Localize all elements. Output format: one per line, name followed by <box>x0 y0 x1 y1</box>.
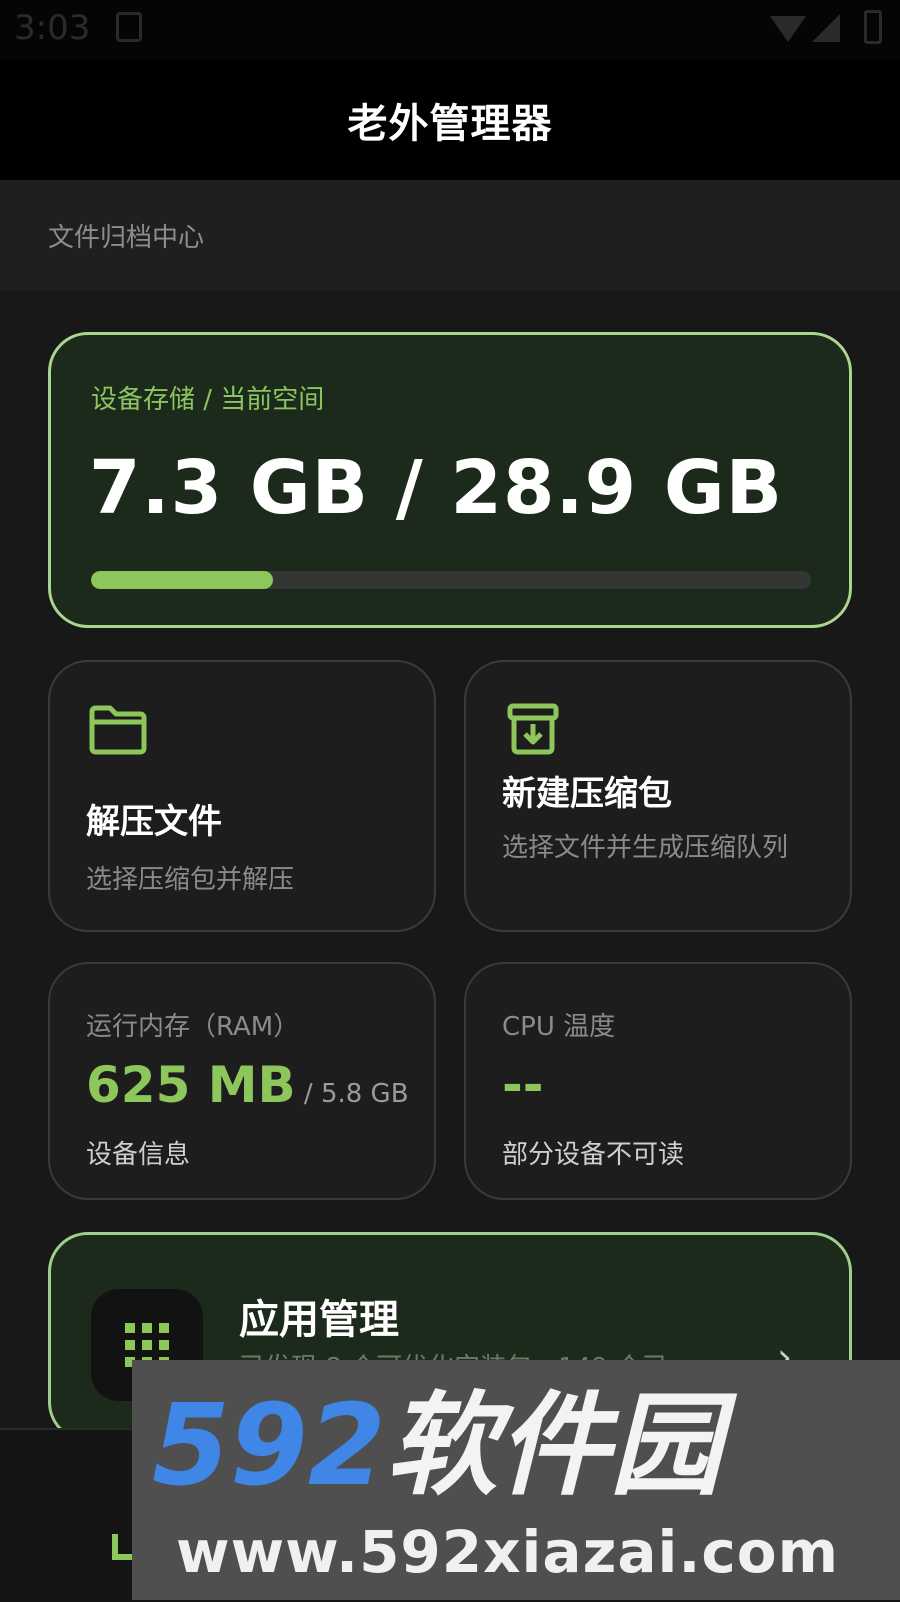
watermark-url: www.592xiazai.com <box>176 1518 840 1586</box>
extract-files-desc: 选择压缩包并解压 <box>86 865 295 895</box>
app-management-title: 应用管理 <box>239 1297 399 1343</box>
cpu-temp-foot: 部分设备不可读 <box>502 1140 685 1170</box>
storage-card[interactable]: 设备存储 / 当前空间 7.3 GB / 28.9 GB <box>48 332 852 628</box>
ram-used-value: 625 MB <box>86 1056 296 1114</box>
battery-icon <box>864 10 882 44</box>
storage-progress-bar <box>91 571 811 589</box>
cpu-temp-card[interactable]: CPU 温度 -- 部分设备不可读 <box>464 962 852 1200</box>
cpu-temp-label: CPU 温度 <box>502 1012 616 1042</box>
ram-total-value: / 5.8 GB <box>295 1079 409 1109</box>
app-title: 老外管理器 <box>347 101 553 147</box>
storage-label: 设备存储 / 当前空间 <box>91 385 325 415</box>
new-archive-card[interactable]: 新建压缩包 选择文件并生成压缩队列 <box>464 660 852 932</box>
new-archive-title: 新建压缩包 <box>502 774 672 814</box>
extract-files-card[interactable]: 解压文件 选择压缩包并解压 <box>48 660 436 932</box>
ram-label: 运行内存（RAM） <box>86 1012 300 1042</box>
wifi-icon <box>770 16 806 42</box>
ram-usage: 625 MB / 5.8 GB <box>86 1056 409 1114</box>
notification-icon <box>116 12 142 42</box>
section-header: 文件归档中心 <box>0 180 900 290</box>
folder-icon <box>88 704 148 760</box>
app-bar: 老外管理器 <box>0 60 900 180</box>
new-archive-desc: 选择文件并生成压缩队列 <box>502 833 789 863</box>
ram-card[interactable]: 运行内存（RAM） 625 MB / 5.8 GB 设备信息 <box>48 962 436 1200</box>
status-bar: 3:03 <box>0 0 900 60</box>
archive-icon <box>506 702 560 760</box>
signal-icon <box>812 14 840 42</box>
watermark-brand-number: 592 <box>152 1381 386 1511</box>
watermark-overlay: 592软件园 www.592xiazai.com <box>132 1360 900 1600</box>
cpu-temp-value: -- <box>502 1056 544 1114</box>
watermark-brand-text: 软件园 <box>385 1381 722 1511</box>
watermark-brand: 592软件园 <box>152 1390 722 1502</box>
status-time: 3:03 <box>14 8 91 48</box>
section-title: 文件归档中心 <box>48 222 205 253</box>
storage-progress-fill <box>91 571 274 589</box>
ram-foot: 设备信息 <box>86 1140 191 1170</box>
storage-value: 7.3 GB / 28.9 GB <box>89 445 784 531</box>
extract-files-title: 解压文件 <box>86 802 222 842</box>
